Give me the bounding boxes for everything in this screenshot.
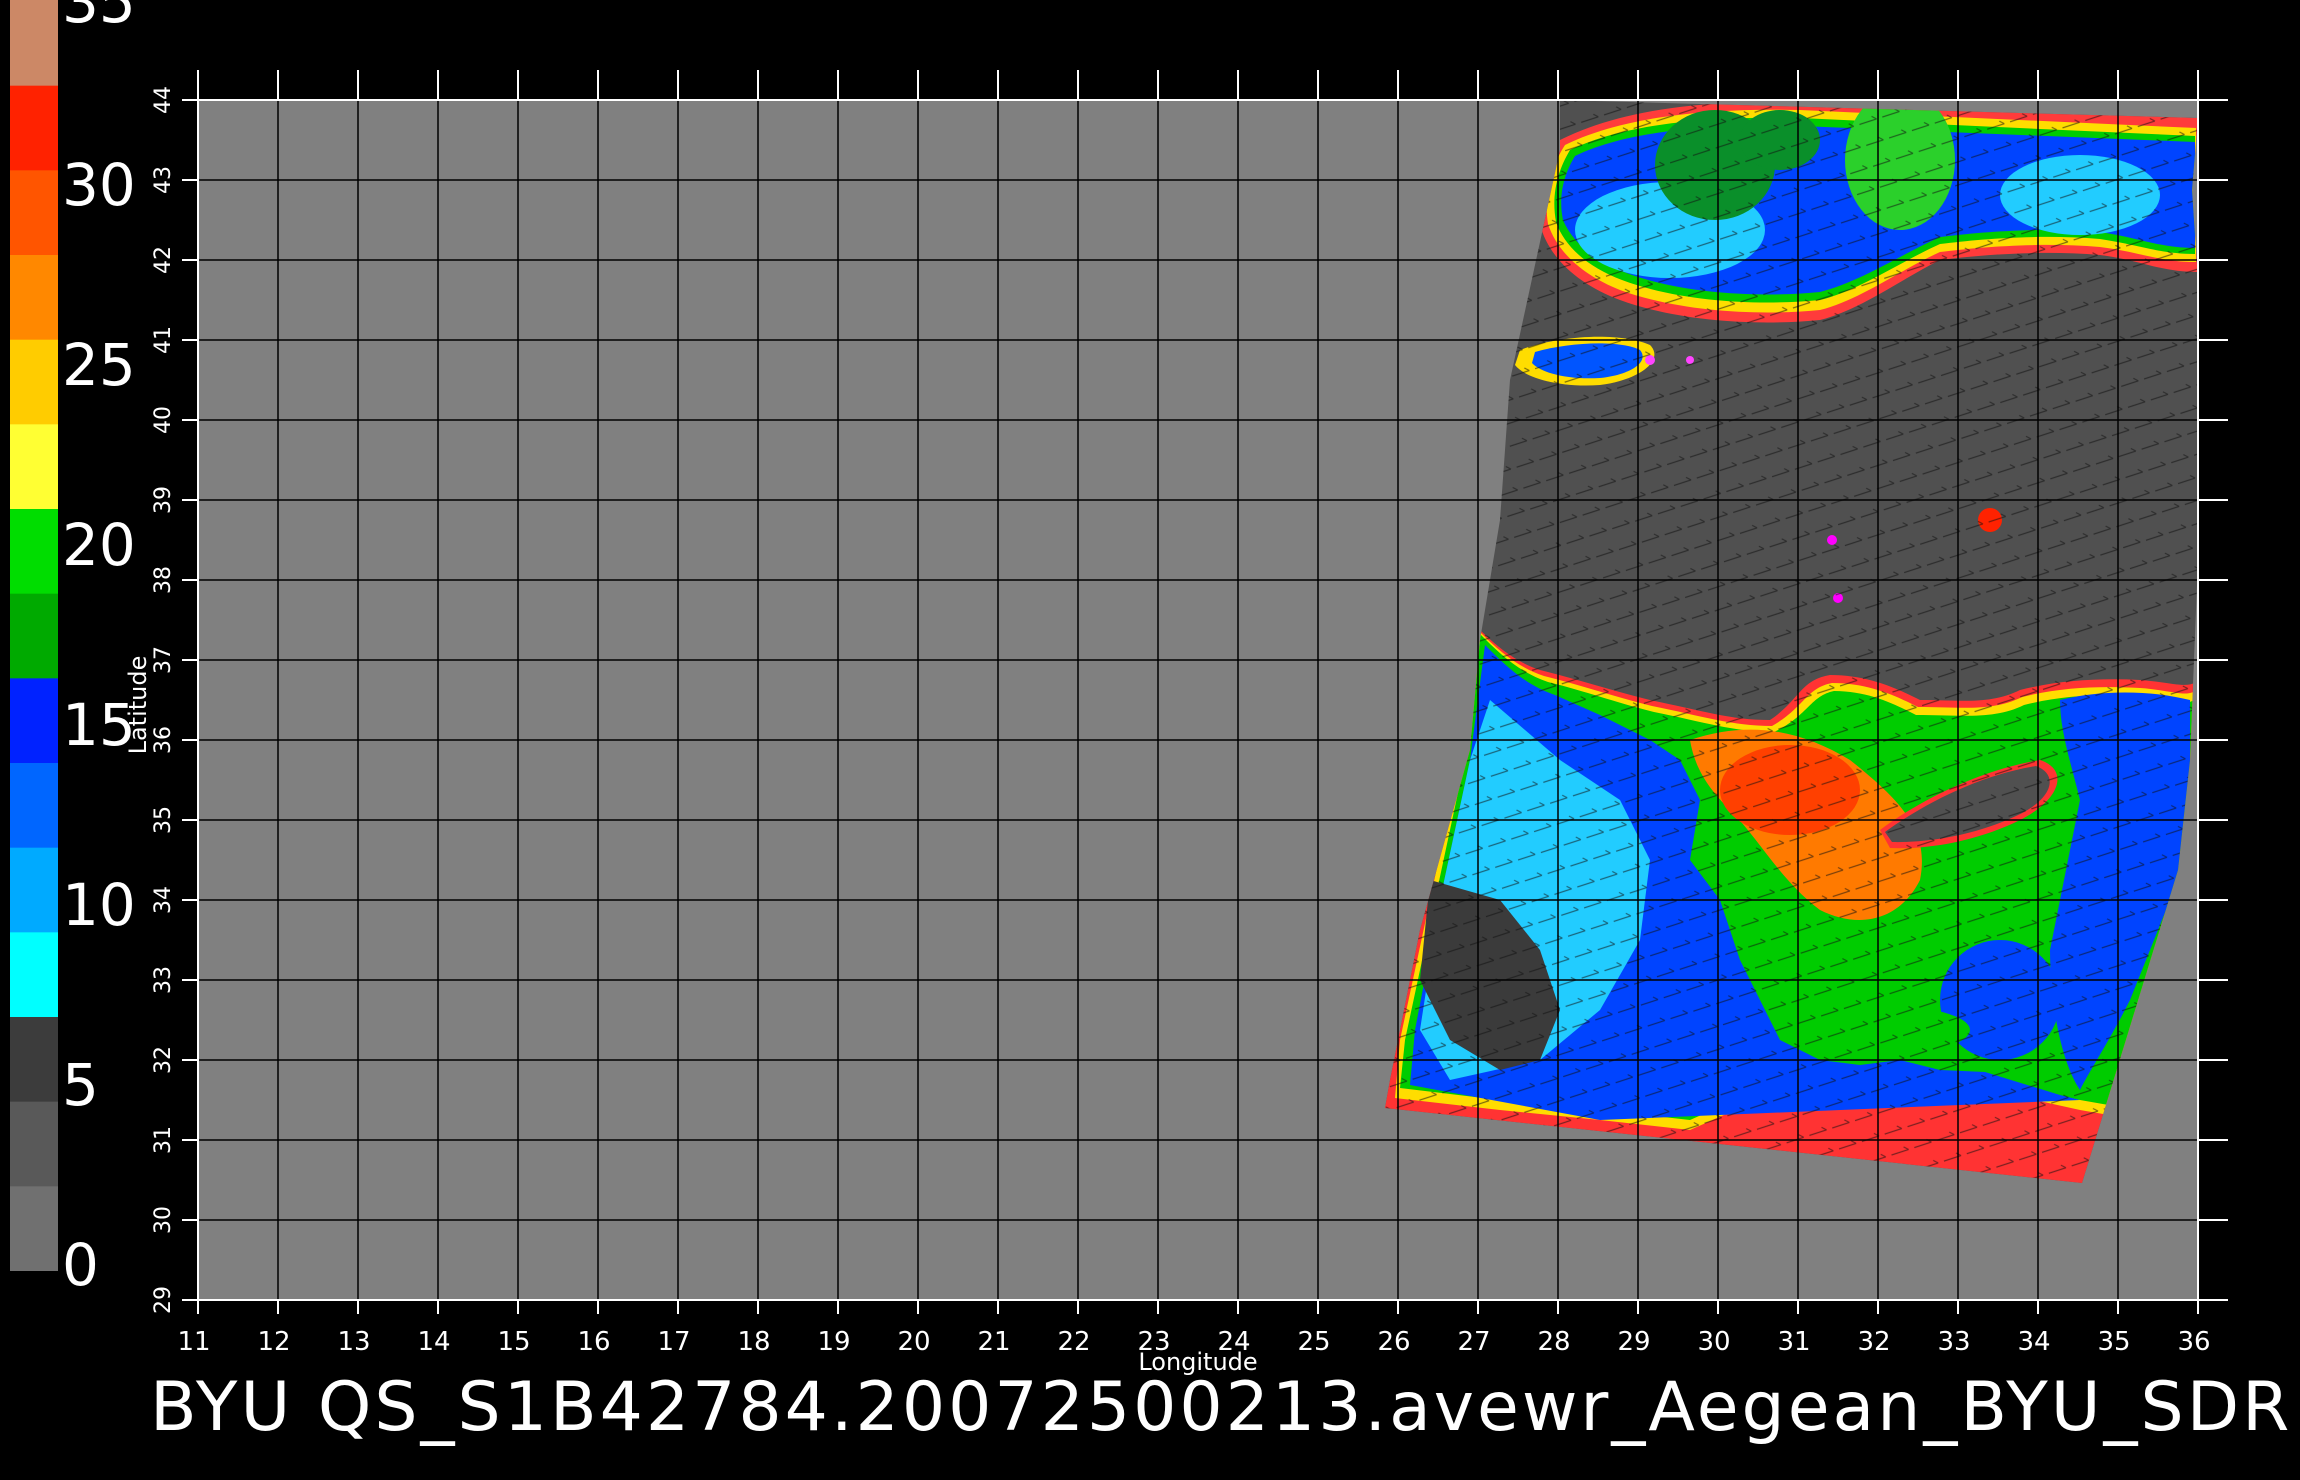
colorbar-segment	[10, 677, 58, 763]
y-tick-label: 36	[151, 726, 176, 754]
x-tick-label: 27	[1457, 1327, 1490, 1357]
y-tick-label: 43	[151, 166, 176, 194]
colorbar-segment	[10, 762, 58, 848]
colorbar-tick-label: 10	[62, 871, 136, 939]
image-caption: BYU QS_S1B42784.20072500213.avewr_Aegean…	[150, 1368, 2293, 1447]
y-tick-label: 42	[151, 246, 176, 274]
colorbar-segment	[10, 508, 58, 594]
colorbar-tick-labels: 35302520151050	[62, 0, 136, 1299]
x-tick-label: 26	[1377, 1327, 1410, 1357]
y-axis-label: Latitude	[124, 656, 152, 755]
colorbar-segment	[10, 931, 58, 1017]
y-tick-label: 30	[151, 1206, 176, 1234]
y-tick-label: 33	[151, 966, 176, 994]
colorbar-segment	[10, 592, 58, 679]
y-tick-label: 41	[151, 326, 176, 354]
x-tick-label: 11	[177, 1327, 210, 1357]
x-tick-label: 32	[1857, 1327, 1890, 1357]
x-tick-label: 25	[1297, 1327, 1330, 1357]
x-tick-label: 16	[577, 1327, 610, 1357]
colorbar-segment	[10, 169, 58, 255]
x-tick-label: 12	[257, 1327, 290, 1357]
x-tick-label: 29	[1617, 1327, 1650, 1357]
x-tick-label: 35	[2097, 1327, 2130, 1357]
x-tick-label: 14	[417, 1327, 450, 1357]
x-tick-label: 30	[1697, 1327, 1730, 1357]
y-tick-label: 29	[151, 1286, 176, 1314]
x-tick-label: 31	[1777, 1327, 1810, 1357]
colorbar-segment	[10, 846, 58, 933]
x-tick-label: 15	[497, 1327, 530, 1357]
colorbar-tick-label: 20	[62, 511, 136, 579]
colorbar-tick-label: 35	[62, 0, 136, 36]
y-tick-label: 40	[151, 406, 176, 434]
x-tick-label: 33	[1937, 1327, 1970, 1357]
colorbar-tick-label: 25	[62, 331, 136, 399]
colorbar-segment	[10, 423, 58, 509]
x-tick-label: 22	[1057, 1327, 1090, 1357]
wind-speed-colorbar	[10, 0, 58, 1271]
y-tick-label: 34	[151, 886, 176, 914]
y-tick-label: 37	[151, 646, 176, 674]
y-tick-label: 32	[151, 1046, 176, 1074]
x-tick-label: 28	[1537, 1327, 1570, 1357]
y-tick-label: 35	[151, 806, 176, 834]
y-tick-label: 38	[151, 566, 176, 594]
x-tick-label: 34	[2017, 1327, 2050, 1357]
x-tick-label: 18	[737, 1327, 770, 1357]
colorbar-segment	[10, 0, 58, 86]
y-tick-label: 44	[151, 86, 176, 114]
y-tick-label: 31	[151, 1126, 176, 1154]
x-tick-label: 36	[2177, 1327, 2210, 1357]
colorbar-segment	[10, 84, 58, 171]
x-tick-label: 20	[897, 1327, 930, 1357]
colorbar-segment	[10, 1185, 58, 1271]
colorbar-segment	[10, 1100, 58, 1187]
wind-map-figure: 35 30 25 20 15 10 5 0 11 12 13 14 15 16 17 18 1…	[10, 0, 2228, 1376]
y-tick-label: 39	[151, 486, 176, 514]
colorbar-tick-label: 30	[62, 151, 136, 219]
colorbar-tick-label: 5	[62, 1051, 99, 1119]
colorbar-tick-label: 0	[62, 1231, 99, 1299]
x-tick-label: 17	[657, 1327, 690, 1357]
x-tick-label: 21	[977, 1327, 1010, 1357]
colorbar-segment	[10, 1016, 58, 1102]
x-tick-label: 19	[817, 1327, 850, 1357]
x-tick-label: 13	[337, 1327, 370, 1357]
colorbar-segment	[10, 254, 58, 340]
colorbar-segment	[10, 338, 58, 425]
